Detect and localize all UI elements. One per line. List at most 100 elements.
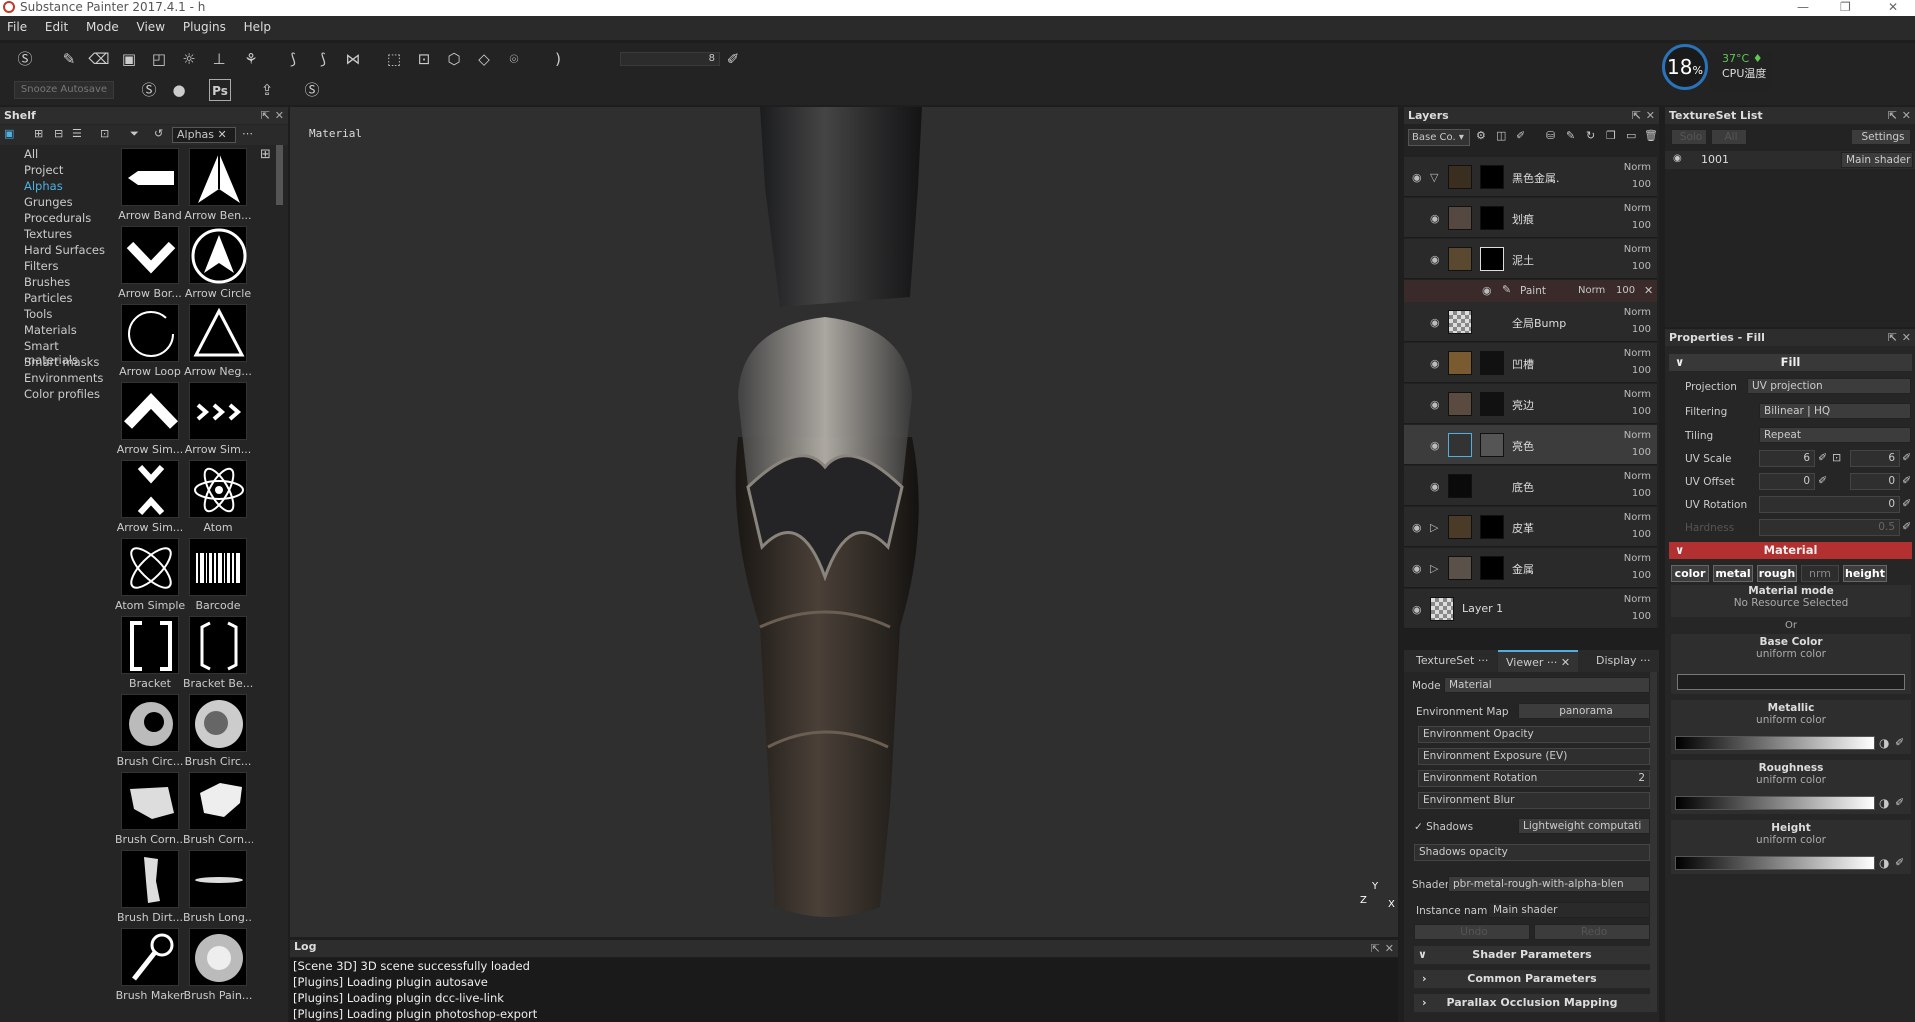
pen-icon[interactable]: ✐ — [722, 48, 744, 70]
alpha-thumb-bracket[interactable] — [121, 616, 179, 674]
category-smart-masks[interactable]: Smart masks — [0, 354, 113, 370]
sphere-icon[interactable]: ● — [168, 79, 190, 101]
visibility-eye-icon[interactable]: ◉ — [1412, 521, 1422, 534]
alpha-thumb-atom-simple[interactable] — [121, 538, 179, 596]
properties-close-icon[interactable]: ✕ — [1902, 329, 1911, 346]
base-color-swatch[interactable] — [1677, 674, 1905, 690]
instance-name-input[interactable]: Main shader — [1488, 902, 1650, 918]
viewer-mode-dropdown[interactable]: Material — [1444, 677, 1650, 693]
minimize-icon[interactable]: — — [1797, 0, 1809, 14]
category-all[interactable]: All — [0, 146, 113, 162]
clone-icon[interactable]: ⊥ — [208, 48, 230, 70]
alpha-thumb-arrow-border[interactable] — [121, 226, 179, 284]
layer-name[interactable]: 划痕 — [1512, 211, 1534, 227]
shelf-close-icon[interactable]: ✕ — [275, 107, 284, 124]
visibility-eye-icon[interactable]: ◉ — [1673, 153, 1682, 164]
layer-blend[interactable]: Norm 100 — [1624, 241, 1651, 275]
alpha-thumb-brush-corner[interactable] — [121, 772, 179, 830]
solo-button[interactable]: Solo — [1671, 129, 1707, 145]
hardness-slider[interactable]: 0.5 — [1759, 519, 1900, 536]
height-slider[interactable] — [1675, 856, 1875, 870]
layer-blend[interactable]: Norm 100 — [1624, 386, 1651, 420]
paint-sublayer[interactable]: ◉ ✎ Paint Norm 100 ✕ — [1404, 280, 1657, 302]
eraser-icon[interactable]: ⌫ — [88, 48, 110, 70]
tab-viewer-settings[interactable]: Viewer ··· ✕ — [1498, 650, 1579, 672]
all-button[interactable]: All — [1711, 129, 1747, 145]
grid-view-icon[interactable]: ⊞ — [260, 147, 271, 162]
textureset-undock-icon[interactable]: ⇱ — [1888, 107, 1897, 124]
layer-blend[interactable]: Norm 100 — [1624, 550, 1651, 584]
textureset-item[interactable]: ◉ 1001 Main shader — [1665, 151, 1915, 169]
shadows-opacity-slider[interactable]: Shadows opacity — [1414, 844, 1650, 861]
list-view-icon[interactable]: ☰ — [72, 127, 82, 140]
layer-blend[interactable]: Norm 100 — [1624, 345, 1651, 379]
alpha-thumb-arrow-simple[interactable] — [121, 382, 179, 440]
layer-blend[interactable]: Norm 100 — [1624, 159, 1651, 193]
menu-help[interactable]: Help — [237, 16, 278, 38]
channel-rough-toggle[interactable]: rough — [1757, 565, 1797, 582]
photoshop-icon[interactable]: Ps — [209, 79, 231, 101]
layer-name[interactable]: 金属 — [1512, 561, 1534, 577]
properties-undock-icon[interactable]: ⇱ — [1888, 329, 1897, 346]
tab-textureset-settings[interactable]: TextureSet ··· — [1408, 650, 1496, 672]
uv-offset-u-slider[interactable]: 0 — [1759, 473, 1815, 490]
layer-row[interactable]: ◉ 全局Bump Norm 100 — [1404, 302, 1657, 342]
more-options-icon[interactable]: ⋯ — [242, 127, 253, 140]
lazy-mouse-icon[interactable]: ⟆ — [312, 48, 334, 70]
contrast-icon[interactable]: ◑ — [1879, 736, 1889, 750]
layer-row[interactable]: ◉ 底色 Norm 100 — [1404, 466, 1657, 506]
substance-share-icon[interactable]: Ⓢ — [301, 79, 323, 101]
screenshot-icon[interactable]: ⌾ — [503, 48, 525, 70]
uv-scale-u-slider[interactable]: 6 — [1759, 450, 1815, 467]
layer-name[interactable]: 黑色金属. — [1512, 170, 1560, 186]
alpha-thumb-atom[interactable] — [189, 460, 247, 518]
layer-blend[interactable]: Norm 100 — [1624, 468, 1651, 502]
alpha-thumb-barcode[interactable] — [189, 538, 247, 596]
common-parameters-section[interactable]: › Common Parameters — [1414, 970, 1650, 988]
layer-name[interactable]: 亮边 — [1512, 397, 1534, 413]
visibility-eye-icon[interactable]: ◉ — [1430, 253, 1440, 266]
layer-blend[interactable]: Norm 100 — [1624, 509, 1651, 543]
filtering-dropdown[interactable]: Bilinear | HQ — [1759, 403, 1911, 419]
add-mask-icon[interactable]: ◫ — [1496, 129, 1506, 142]
category-filters[interactable]: Filters — [0, 258, 113, 274]
layer-name[interactable]: 皮革 — [1512, 520, 1534, 536]
uv-rotation-slider[interactable]: 0 — [1759, 496, 1900, 513]
pen-icon[interactable]: ✐ — [1895, 736, 1904, 749]
layer-blend[interactable]: Norm 100 — [1624, 304, 1651, 338]
folder-collapsed-icon[interactable]: ▷ — [1430, 562, 1438, 575]
layer-row[interactable]: ◉ ▷ 金属 Norm 100 — [1404, 548, 1657, 588]
env-opacity-slider[interactable]: Environment Opacity — [1418, 726, 1650, 743]
visibility-eye-icon[interactable]: ◉ — [1412, 171, 1422, 184]
viewer-scrollbar[interactable] — [1650, 672, 1657, 1012]
shelf-scrollbar[interactable] — [276, 145, 283, 205]
lock-icon[interactable]: ⊡ — [1832, 451, 1841, 464]
add-paint-icon[interactable]: ✎ — [1566, 129, 1575, 142]
env-exposure-slider[interactable]: Environment Exposure (EV) — [1418, 748, 1650, 765]
visibility-eye-icon[interactable]: ◉ — [1430, 398, 1440, 411]
filter-icon[interactable]: ⏷ — [130, 127, 139, 141]
layer-row-selected[interactable]: ◉ 亮色 Norm 100 — [1404, 425, 1657, 465]
projection-icon[interactable]: ▣ — [118, 48, 140, 70]
log-undock-icon[interactable]: ⇱ — [1371, 942, 1380, 955]
pen-icon[interactable]: ✐ — [1902, 520, 1911, 533]
category-color-profiles[interactable]: Color profiles — [0, 386, 113, 402]
pen-icon[interactable]: ✐ — [1902, 451, 1911, 464]
snooze-autosave-button[interactable]: Snooze Autosave — [14, 81, 114, 99]
color-picker-icon[interactable]: ⚘ — [240, 48, 262, 70]
layer-name[interactable]: 泥土 — [1512, 252, 1534, 268]
textureset-close-icon[interactable]: ✕ — [1902, 107, 1911, 124]
instance-icon[interactable]: ↻ — [1586, 129, 1595, 142]
2d-view-icon[interactable]: ◇ — [473, 48, 495, 70]
alpha-thumb-arrow-circle[interactable] — [189, 226, 247, 284]
pen-icon[interactable]: ✐ — [1902, 474, 1911, 487]
visibility-eye-icon[interactable]: ◉ — [1482, 284, 1492, 297]
textureset-settings-button[interactable]: Settings — [1851, 129, 1911, 145]
add-folder-icon[interactable]: ▭ — [1626, 129, 1636, 142]
symmetry-mode-icon[interactable]: ) — [547, 48, 569, 70]
alpha-thumb-arrow-negative[interactable] — [189, 304, 247, 362]
fill-section-header[interactable]: ∨ Fill — [1669, 354, 1912, 371]
alpha-thumb-arrow-simple-3[interactable] — [121, 460, 179, 518]
layer-row[interactable]: ◉ ▷ 皮革 Norm 100 — [1404, 507, 1657, 547]
camera-view-icon[interactable]: ⬚ — [383, 48, 405, 70]
